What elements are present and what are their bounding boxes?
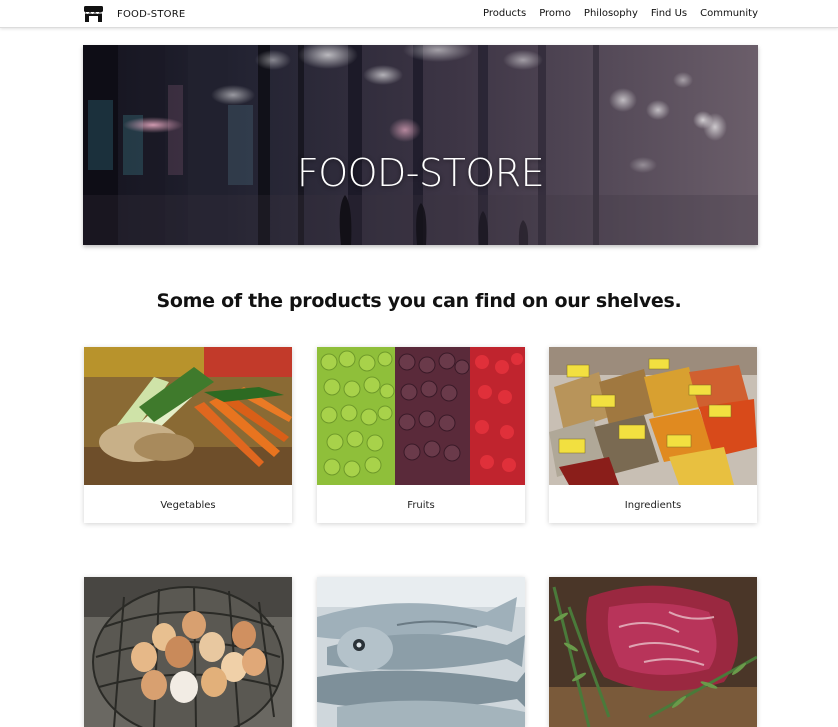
product-card-meat[interactable] — [549, 577, 757, 727]
nav-link-promo[interactable]: Promo — [539, 8, 571, 19]
product-card-vegetables[interactable]: Vegetables — [84, 347, 292, 523]
card-label: Ingredients — [624, 500, 682, 511]
product-card-fruits[interactable]: Fruits — [317, 347, 525, 523]
store-icon — [84, 6, 103, 22]
brand-name: FOOD-STORE — [117, 8, 186, 20]
product-card-ingredients[interactable]: Ingredients — [549, 347, 757, 523]
nav-link-products[interactable]: Products — [483, 8, 526, 19]
spices-image — [549, 347, 757, 485]
nav-link-community[interactable]: Community — [700, 8, 758, 19]
brand[interactable]: FOOD-STORE — [83, 4, 185, 24]
meat-image — [549, 577, 757, 727]
eggs-image — [84, 577, 292, 727]
fruits-image — [317, 347, 525, 485]
nav-link-philosophy[interactable]: Philosophy — [584, 8, 638, 19]
hero-title: FOOD-STORE — [296, 151, 545, 195]
product-card-fish[interactable] — [317, 577, 525, 727]
card-label: Vegetables — [160, 500, 216, 511]
hero-banner: FOOD-STORE — [83, 45, 758, 245]
vegetables-image — [84, 347, 292, 485]
product-card-eggs[interactable] — [84, 577, 292, 727]
fish-image — [317, 577, 525, 727]
nav-link-find-us[interactable]: Find Us — [651, 8, 687, 19]
card-label: Fruits — [407, 500, 435, 511]
products-heading: Some of the products you can find on our… — [156, 290, 682, 312]
hero-background-image — [83, 45, 758, 245]
top-navbar: FOOD-STORE Products Promo Philosophy Fin… — [0, 0, 838, 28]
nav-links: Products Promo Philosophy Find Us Commun… — [470, 8, 758, 19]
